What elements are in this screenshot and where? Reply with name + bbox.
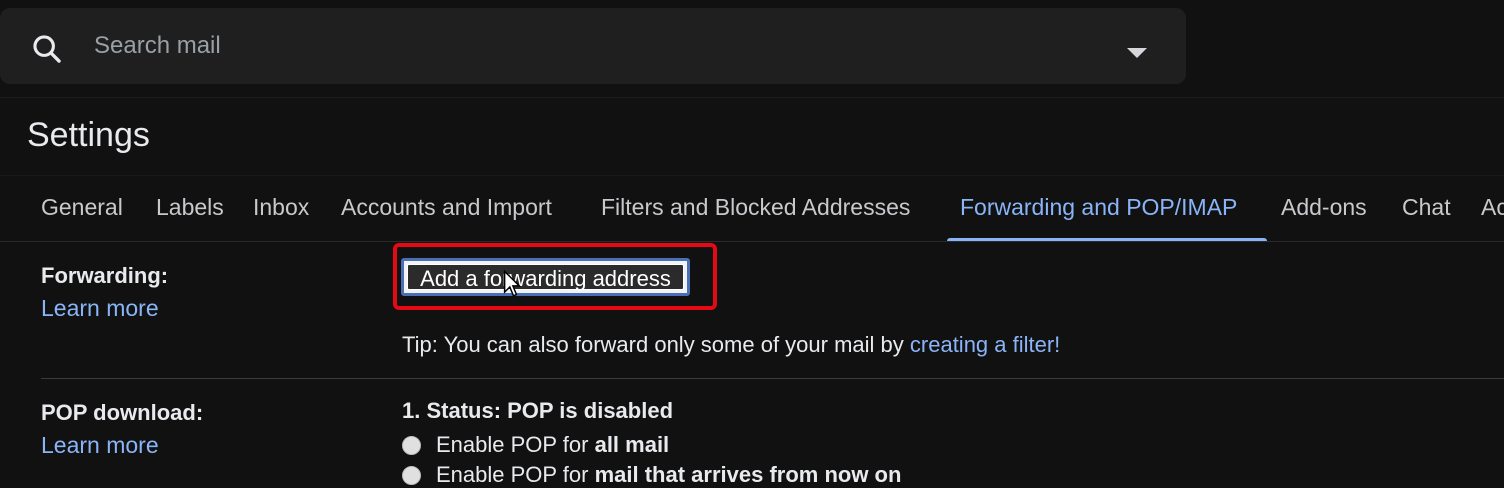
search-bar [0,8,1186,84]
section-divider [41,378,1504,379]
search-icon[interactable] [30,32,64,66]
tab-labels[interactable]: Labels [156,194,224,221]
tab-accounts-and-import[interactable]: Accounts and Import [341,194,552,221]
tab-forwarding-and-pop-imap[interactable]: Forwarding and POP/IMAP [960,194,1237,221]
search-input[interactable] [94,28,994,64]
pop-from-now-on-label: Enable POP for mail that arrives from no… [436,462,901,488]
pop-download-label: POP download: [41,400,204,425]
radio-pop-from-now-on[interactable] [402,466,421,485]
radio-pop-all-mail[interactable] [402,436,421,455]
page-title: Settings [27,116,150,154]
mouse-cursor-icon [503,270,521,297]
creating-a-filter-link[interactable]: creating a filter! [910,332,1060,357]
add-forwarding-address-label: Add a forwarding address [407,264,684,291]
option-prefix: Enable POP for [436,432,595,457]
pop-learn-more-link[interactable]: Learn more [41,432,159,459]
tabs-divider [0,241,1504,242]
tab-add-ons[interactable]: Add-ons [1281,194,1367,221]
tab-chat[interactable]: Chat [1402,194,1451,221]
forwarding-tip: Tip: You can also forward only some of y… [402,332,1060,358]
forwarding-learn-more-link[interactable]: Learn more [41,295,159,322]
option-prefix: Enable POP for [436,462,595,487]
option-bold: all mail [594,432,670,457]
tab-inbox[interactable]: Inbox [253,194,309,221]
header-divider [0,97,1504,98]
tab-general[interactable]: General [41,194,123,221]
forwarding-label: Forwarding: [41,263,169,288]
settings-tabs: General Labels Inbox Accounts and Import… [0,176,1504,242]
pop-status: 1. Status: POP is disabled [402,398,674,423]
search-options-icon[interactable] [1127,48,1147,58]
tab-advanced[interactable]: Ac [1481,194,1504,221]
tab-filters-and-blocked-addresses[interactable]: Filters and Blocked Addresses [601,194,910,221]
pop-all-mail-label: Enable POP for all mail [436,432,669,458]
add-forwarding-address-button[interactable]: Add a forwarding address [401,258,690,296]
option-bold: mail that arrives from now on [594,462,902,487]
tip-text: Tip: You can also forward only some of y… [402,332,910,357]
